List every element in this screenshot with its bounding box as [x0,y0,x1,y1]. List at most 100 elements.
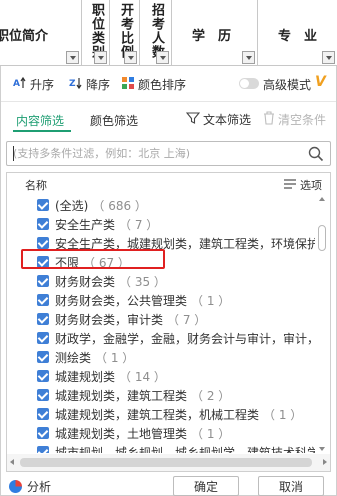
list-item-count: （ 2 ） [191,388,231,403]
vertical-scrollbar[interactable] [316,195,328,453]
panel-footer: 分析 确定 取消 [1,474,336,496]
sort-ascending-icon: A [13,76,27,93]
list-item-count: （ 35 ） [119,274,166,289]
list-item[interactable]: 城建规划类（ 14 ） [7,366,315,386]
filter-tabs-bar: 内容筛选 颜色筛选 文本筛选 清空条件 [1,102,336,136]
vertical-scroll-thumb[interactable] [318,225,326,251]
analysis-label: 分析 [27,480,52,494]
sort-ascending-button[interactable]: A 升序 [13,75,54,93]
list-header-name: 名称 [25,179,47,192]
list-item[interactable]: 城建规划类，建筑工程类（ 2 ） [7,385,315,405]
checkbox[interactable] [37,332,49,344]
tab-content-filter[interactable]: 内容筛选 [16,112,64,129]
funnel-icon [185,111,201,128]
checkbox[interactable] [37,218,49,230]
cancel-button[interactable]: 取消 [258,476,324,496]
sheet-header-row: 职位简介 职位类别 开考比例 招考人数 学 历 专 业 [0,0,337,66]
scroll-down-arrow-icon[interactable] [319,447,325,451]
advanced-mode-toggle[interactable] [239,78,259,89]
tab-color-filter[interactable]: 颜色筛选 [90,112,138,129]
list-item[interactable]: 财务财会类，公共管理类（ 1 ） [7,290,315,310]
active-tab-indicator [13,130,71,132]
list-options-label: 选项 [300,179,322,192]
ok-button[interactable]: 确定 [173,476,239,496]
options-lines-icon [284,178,296,192]
sort-descending-label: 降序 [86,77,111,92]
checkbox[interactable] [37,427,49,439]
text-filter-label: 文本筛选 [203,112,252,127]
list-item-count: （ 7 ） [119,217,159,232]
advanced-mode-label: 高级模式 [263,77,312,92]
column-filter-dropdown-button[interactable] [322,51,335,64]
list-item[interactable]: 城建规划类，建筑工程类，机械工程类（ 1 ） [7,404,315,424]
list-item-label: 测绘类 [55,350,92,365]
checkbox[interactable] [37,313,49,325]
checkbox[interactable] [37,199,49,211]
search-icon[interactable] [308,146,324,162]
search-input[interactable] [13,145,303,162]
list-item[interactable]: 城建规划类，土地管理类（ 1 ） [7,423,315,443]
checkbox[interactable] [37,351,49,363]
list-item[interactable]: 财政学，金融学，金融，财务会计与审计，审计， [7,328,315,348]
column-filter-dropdown-button[interactable] [156,51,169,64]
trash-icon [263,110,275,128]
column-filter-dropdown-button[interactable] [94,51,107,64]
list-item-label: 城建规划类 [55,369,116,384]
list-item-label: 城建规划类，建筑工程类，机械工程类 [55,407,260,422]
checkbox[interactable] [37,275,49,287]
list-item-label: 财务财会类，公共管理类 [55,293,188,308]
scroll-up-arrow-icon[interactable] [319,197,325,201]
list-item-count: （ 1 ） [95,350,135,365]
analysis-button[interactable]: 分析 [9,478,51,495]
column-header-major[interactable]: 专 业 [258,0,337,66]
column-filter-dropdown-button[interactable] [66,51,79,64]
list-item-label: 财务财会类 [55,274,116,289]
list-item-label: 城建规划类，建筑工程类 [55,388,188,403]
column-header-label: 学 历 [192,29,232,44]
sort-descending-button[interactable]: Z 降序 [69,75,110,93]
column-header-position-intro[interactable]: 职位简介 [0,0,82,66]
list-item[interactable]: 城市规划，城乡规划，城乡规划学，建筑技术科学 [7,442,315,453]
scroll-right-arrow-icon[interactable] [323,459,327,465]
svg-text:Z: Z [69,79,76,89]
column-header-position-type[interactable]: 职位类别 [82,0,110,66]
search-box [6,141,331,166]
checkbox[interactable] [37,294,49,306]
list-item[interactable]: 测绘类（ 1 ） [7,347,315,367]
horizontal-scrollbar[interactable] [7,454,330,471]
text-cursor [13,146,14,161]
list-item-count: （ 686 ） [92,198,147,213]
filter-dropdown-panel: A 升序 Z 降序 颜色排序 高级模式 V 内容筛选 颜色筛选 文本筛选 清空条… [0,66,337,496]
checkbox[interactable] [37,389,49,401]
list-item-label: 财务财会类，审计类 [55,312,164,327]
text-filter-button[interactable]: 文本筛选 [185,110,252,128]
column-filter-dropdown-button[interactable] [124,51,137,64]
list-item-count: （ 1 ） [263,407,303,422]
checkbox[interactable] [37,446,49,453]
checkbox[interactable] [37,408,49,420]
list-item[interactable]: 财务财会类，审计类（ 7 ） [7,309,315,329]
clear-conditions-button[interactable]: 清空条件 [263,110,326,128]
list-item[interactable]: 安全生产类（ 7 ） [7,214,315,234]
color-sort-label: 颜色排序 [138,77,187,92]
column-header-recruit-count[interactable]: 招考人数 [140,0,172,66]
pie-chart-icon [9,480,22,493]
column-header-education[interactable]: 学 历 [172,0,258,66]
list-item-count: （ 1 ） [191,426,231,441]
horizontal-scroll-thumb[interactable] [20,458,312,467]
list-item-count: （ 7 ） [167,312,207,327]
list-item-select-all[interactable]: (全选) （ 686 ） [7,195,315,215]
sort-descending-icon: Z [69,76,83,93]
column-filter-dropdown-button[interactable] [242,51,255,64]
column-header-label: 专 业 [278,29,318,44]
color-sort-button[interactable]: 颜色排序 [121,75,186,93]
list-item[interactable]: 财务财会类（ 35 ） [7,271,315,291]
scroll-left-arrow-icon[interactable] [10,459,14,465]
checkbox[interactable] [37,370,49,382]
list-item-count: （ 1 ） [191,293,231,308]
list-options-button[interactable]: 选项 [284,177,322,193]
list-item-label: 安全生产类 [55,217,116,232]
column-header-exam-ratio[interactable]: 开考比例 [110,0,140,66]
checkbox[interactable] [37,237,49,249]
value-list-box: 名称 选项 (全选) （ 686 ） 安全生产类（ 7 ） 安全生产类，城建规划类… [6,172,331,472]
